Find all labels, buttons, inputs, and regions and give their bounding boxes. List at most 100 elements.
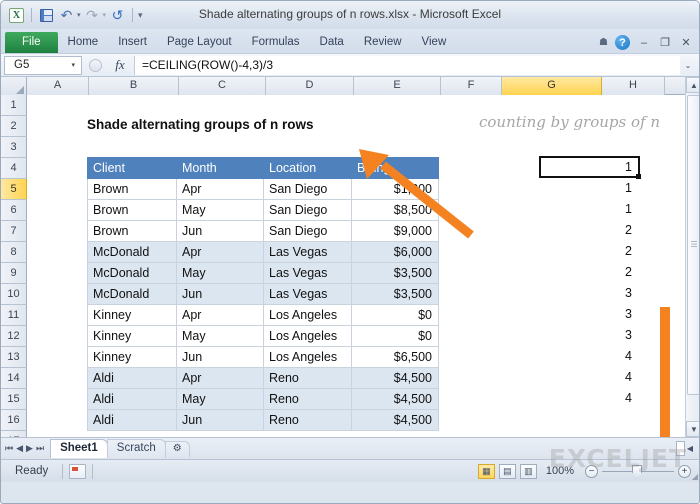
minimize-button[interactable]: – (637, 37, 651, 49)
table-row[interactable]: Aldi Apr Reno $4,500 (87, 368, 439, 389)
table-cell[interactable]: $6,500 (352, 347, 439, 368)
column-header-g[interactable]: G (502, 77, 602, 95)
table-cell[interactable]: Reno (264, 389, 352, 410)
row-header-10[interactable]: 10 (1, 284, 27, 305)
select-all-corner[interactable] (1, 77, 27, 95)
view-page-layout-icon[interactable]: ▤ (498, 463, 516, 479)
table-row[interactable]: McDonald Jun Las Vegas $3,500 (87, 284, 439, 305)
table-cell[interactable]: McDonald (87, 263, 177, 284)
save-icon[interactable] (38, 7, 55, 24)
table-row[interactable]: Aldi May Reno $4,500 (87, 389, 439, 410)
helper-cell[interactable]: 1 (539, 178, 639, 199)
row-header-6[interactable]: 6 (1, 200, 27, 221)
undo-icon[interactable]: ↶ (58, 7, 75, 24)
column-header-h[interactable]: H (602, 77, 665, 95)
table-row[interactable]: Kinney Apr Los Angeles $0 (87, 305, 439, 326)
row-header-4[interactable]: 4 (1, 158, 27, 179)
resize-grip-icon[interactable]: ◢ (692, 472, 698, 481)
record-macro-icon[interactable] (69, 463, 87, 479)
help-icon[interactable]: ? (615, 35, 630, 50)
table-cell[interactable]: Brown (87, 200, 177, 221)
table-cell[interactable]: Kinney (87, 326, 177, 347)
column-header-e[interactable]: E (354, 77, 441, 95)
undo-dropdown-icon[interactable]: ▾ (77, 11, 81, 19)
column-header-b[interactable]: B (89, 77, 179, 95)
helper-cell[interactable]: 3 (539, 325, 639, 346)
table-cell[interactable]: Los Angeles (264, 326, 352, 347)
table-cell[interactable]: Kinney (87, 305, 177, 326)
table-cell[interactable]: Jun (177, 347, 264, 368)
redo-dropdown-icon[interactable]: ▾ (103, 11, 107, 19)
table-cell[interactable]: Aldi (87, 410, 177, 431)
column-header-a[interactable]: A (27, 77, 89, 95)
table-cell[interactable]: $6,000 (352, 242, 439, 263)
zoom-slider[interactable] (602, 464, 674, 478)
tab-view[interactable]: View (412, 33, 457, 54)
name-box-dropdown-icon[interactable]: ▾ (71, 61, 75, 69)
sheet-tab-scratch[interactable]: Scratch (106, 438, 166, 459)
nav-last-icon[interactable]: ⏭ (36, 443, 44, 454)
scrollbar-thumb[interactable]: ☰ (687, 95, 699, 395)
row-header-13[interactable]: 13 (1, 347, 27, 368)
row-header-16[interactable]: 16 (1, 410, 27, 431)
tab-home[interactable]: Home (58, 33, 109, 54)
column-header-c[interactable]: C (179, 77, 266, 95)
insert-function-icon[interactable]: fx (106, 57, 134, 73)
redo-icon[interactable]: ↷ (84, 7, 101, 24)
row-header-2[interactable]: 2 (1, 116, 27, 137)
table-row[interactable]: Aldi Jun Reno $4,500 (87, 410, 439, 431)
helper-cell[interactable]: 4 (539, 388, 639, 409)
table-row[interactable]: McDonald May Las Vegas $3,500 (87, 263, 439, 284)
table-cell[interactable]: Aldi (87, 389, 177, 410)
row-header-5[interactable]: 5 (1, 179, 27, 200)
name-box[interactable]: G5 ▾ (4, 55, 82, 75)
table-cell[interactable]: San Diego (264, 221, 352, 242)
table-cell[interactable]: McDonald (87, 284, 177, 305)
table-cell[interactable]: Los Angeles (264, 347, 352, 368)
nav-first-icon[interactable]: ⏮ (5, 443, 13, 454)
helper-cell[interactable]: 2 (539, 220, 639, 241)
tab-review[interactable]: Review (354, 33, 412, 54)
row-header-15[interactable]: 15 (1, 389, 27, 410)
tab-file[interactable]: File (5, 31, 58, 53)
formula-input[interactable]: =CEILING(ROW()-4,3)/3 (135, 55, 680, 75)
table-cell[interactable]: Apr (177, 305, 264, 326)
collapse-ribbon-icon[interactable]: ☗ (599, 37, 608, 48)
table-cell[interactable]: Jun (177, 410, 264, 431)
customize-qat-icon[interactable]: ▾ (138, 10, 143, 21)
row-header-12[interactable]: 12 (1, 326, 27, 347)
zoom-in-button[interactable]: + (678, 464, 691, 478)
table-cell[interactable]: McDonald (87, 242, 177, 263)
column-header-f[interactable]: F (441, 77, 502, 95)
row-header-9[interactable]: 9 (1, 263, 27, 284)
tab-split-handle[interactable] (675, 441, 685, 456)
table-cell[interactable]: $4,500 (352, 389, 439, 410)
table-cell[interactable]: Las Vegas (264, 263, 352, 284)
row-header-14[interactable]: 14 (1, 368, 27, 389)
helper-cell[interactable]: 3 (539, 283, 639, 304)
view-normal-icon[interactable]: ▦ (477, 463, 495, 479)
restore-button[interactable]: ❐ (658, 36, 672, 49)
table-row[interactable]: Kinney Jun Los Angeles $6,500 (87, 347, 439, 368)
table-row[interactable]: Kinney May Los Angeles $0 (87, 326, 439, 347)
expand-formula-bar-icon[interactable]: ⌄ (680, 61, 696, 70)
zoom-out-button[interactable]: − (585, 464, 598, 478)
cell-area[interactable]: Shade alternating groups of n rows count… (27, 95, 699, 437)
table-cell[interactable]: Jun (177, 284, 264, 305)
table-cell[interactable]: Apr (177, 368, 264, 389)
row-header-3[interactable]: 3 (1, 137, 27, 158)
tab-page-layout[interactable]: Page Layout (157, 33, 242, 54)
excel-logo-icon[interactable]: X (8, 7, 25, 24)
table-cell[interactable]: May (177, 389, 264, 410)
scroll-up-icon[interactable]: ▲ (686, 77, 699, 93)
table-cell[interactable]: San Diego (264, 200, 352, 221)
table-cell[interactable]: Los Angeles (264, 305, 352, 326)
tab-formulas[interactable]: Formulas (242, 33, 310, 54)
table-cell[interactable]: May (177, 326, 264, 347)
helper-cell[interactable]: 3 (539, 304, 639, 325)
table-cell[interactable]: Apr (177, 179, 264, 200)
table-cell[interactable]: Brown (87, 221, 177, 242)
tab-insert[interactable]: Insert (108, 33, 157, 54)
helper-cell[interactable]: 1 (539, 199, 639, 220)
helper-cell[interactable]: 2 (539, 262, 639, 283)
